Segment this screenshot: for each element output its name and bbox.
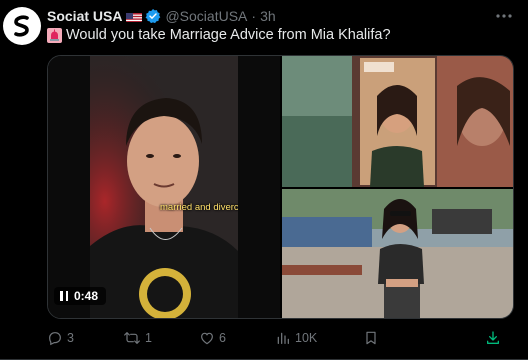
media-grid: married and diverced 0:48 (47, 55, 514, 319)
repost-count: 1 (145, 331, 152, 345)
author-handle[interactable]: @SociatUSA (165, 8, 247, 24)
video-frame: married and diverced (90, 56, 238, 318)
siren-icon (47, 27, 62, 43)
sociat-logo-icon (14, 15, 29, 37)
verified-badge-icon[interactable] (145, 8, 161, 24)
reply-icon (49, 332, 61, 346)
reply-button[interactable]: 3 (47, 328, 74, 348)
views-icon (277, 332, 289, 344)
repost-icon (124, 332, 140, 344)
separator-dot: · (251, 8, 257, 24)
video-duration: 0:48 (74, 289, 99, 303)
video-player[interactable]: married and diverced 0:48 (48, 56, 280, 318)
video-person-image (90, 56, 238, 318)
like-button[interactable]: 6 (199, 328, 226, 348)
timestamp[interactable]: 3h (260, 8, 276, 24)
media-image-bottom-right[interactable] (282, 189, 513, 318)
tweet-header: Sociat USA @SociatUSA · 3h (47, 7, 276, 25)
reply-count: 3 (67, 331, 74, 345)
us-flag-icon (126, 11, 143, 22)
views-button[interactable]: 10K (275, 328, 317, 348)
avatar[interactable] (3, 7, 41, 45)
author-name[interactable]: Sociat USA (47, 8, 122, 24)
video-controls[interactable]: 0:48 (54, 287, 106, 305)
image-woman-street (282, 189, 513, 318)
share-icon (487, 331, 499, 344)
media-image-top-right[interactable] (282, 56, 513, 187)
tweet-text-content: Would you take Marriage Advice from Mia … (66, 27, 391, 43)
heart-icon (201, 332, 213, 345)
tweet[interactable]: Sociat USA @SociatUSA · 3h Would you tak… (0, 0, 528, 360)
repost-button[interactable]: 1 (123, 328, 152, 348)
share-button[interactable] (485, 328, 505, 348)
bookmark-button[interactable] (363, 328, 383, 348)
tweet-text: Would you take Marriage Advice from Mia … (47, 27, 391, 43)
more-icon[interactable] (494, 6, 514, 26)
image-collage-top (282, 56, 513, 187)
action-bar: 3 1 6 10K (47, 328, 517, 348)
like-count: 6 (219, 331, 226, 345)
views-count: 10K (295, 331, 318, 345)
pause-icon[interactable] (60, 291, 68, 301)
video-caption: married and diverced (160, 202, 238, 213)
bookmark-icon (366, 331, 376, 345)
